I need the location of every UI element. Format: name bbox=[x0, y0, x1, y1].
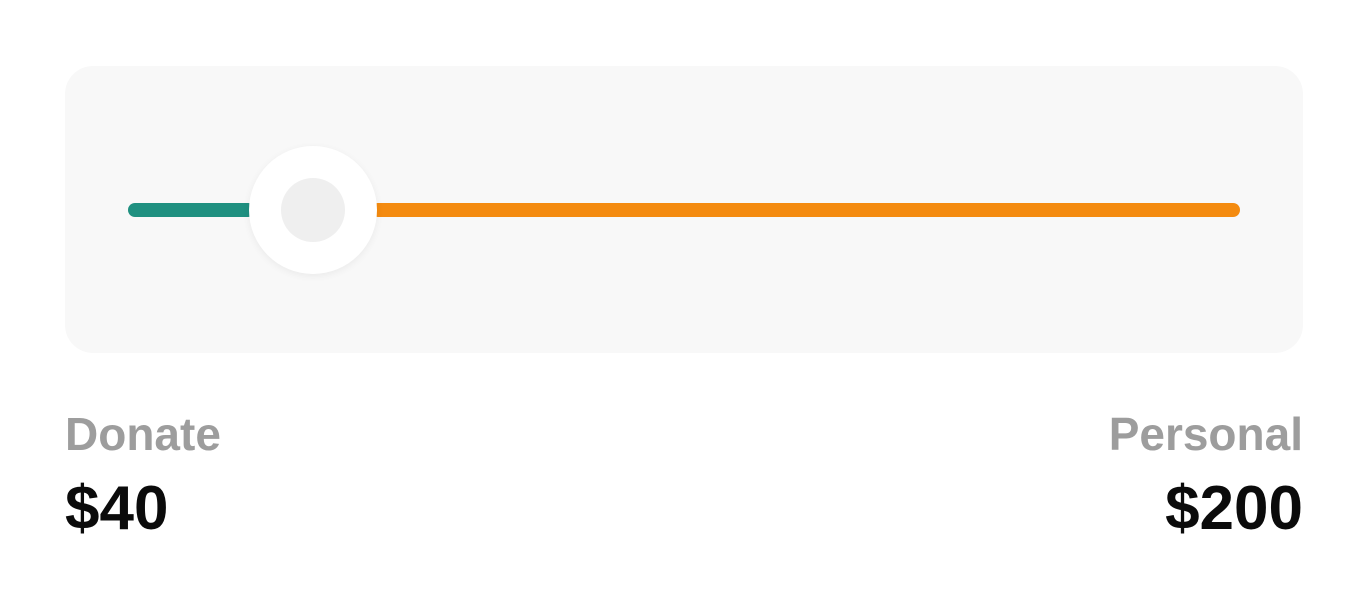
donate-label: Donate bbox=[65, 408, 221, 460]
slider-thumb-center bbox=[281, 178, 346, 242]
donate-amount: $40 bbox=[65, 474, 169, 543]
slider-thumb[interactable] bbox=[249, 146, 378, 274]
personal-label: Personal bbox=[1108, 408, 1303, 460]
personal-amount: $200 bbox=[1165, 474, 1303, 543]
donate-segment bbox=[128, 203, 256, 217]
personal-segment bbox=[371, 203, 1240, 217]
